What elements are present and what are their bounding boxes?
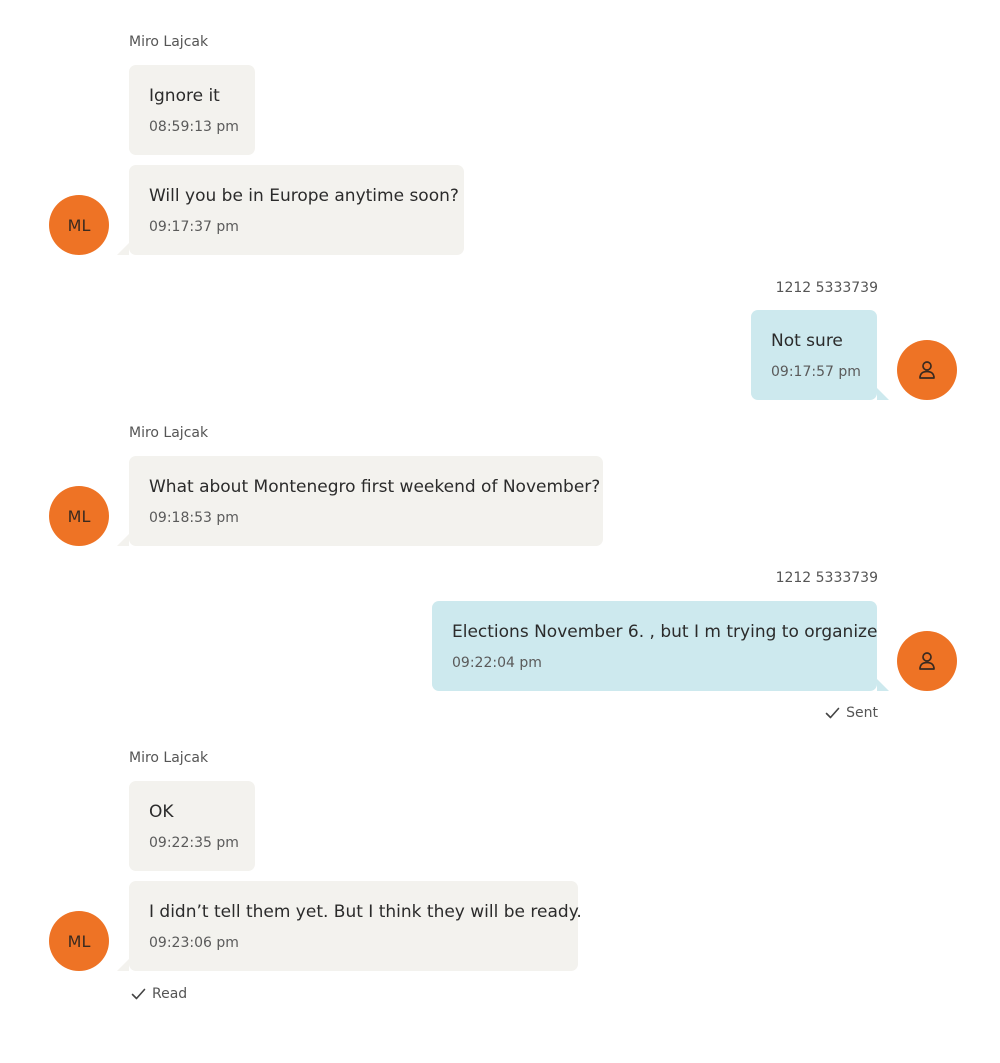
sender-name: Miro Lajcak: [129, 34, 209, 50]
delivery-status-label: Sent: [846, 705, 878, 721]
checkmark-icon: [131, 988, 146, 1000]
message-text: Elections November 6. , but I m trying t…: [452, 622, 878, 642]
message-time: 09:22:04 pm: [452, 655, 542, 671]
read-status-label: Read: [152, 986, 188, 1002]
message-text: Not sure: [771, 331, 843, 351]
bubble-tail: [117, 959, 129, 971]
bubble-tail: [877, 679, 889, 691]
user-avatar[interactable]: [897, 340, 957, 400]
message-text: I didn’t tell them yet. But I think they…: [149, 902, 582, 922]
bubble-tail: [117, 534, 129, 546]
message-text: Will you be in Europe anytime soon?: [149, 186, 459, 206]
avatar-initials: ML: [67, 215, 91, 235]
message-bubble-incoming[interactable]: Will you be in Europe anytime soon? 09:1…: [117, 165, 464, 255]
contact-avatar[interactable]: ML: [49, 911, 109, 971]
message-text: What about Montenegro first weekend of N…: [149, 477, 601, 497]
delivery-status: Sent: [825, 704, 878, 722]
avatar-initials: ML: [67, 931, 91, 951]
message-bubble-outgoing[interactable]: Elections November 6. , but I m trying t…: [432, 601, 889, 691]
read-status: Read: [131, 985, 187, 1003]
message-bubble-incoming[interactable]: OK 09:22:35 pm: [129, 781, 255, 871]
message-time: 09:22:35 pm: [149, 835, 239, 851]
contact-avatar[interactable]: ML: [49, 195, 109, 255]
sender-name: Miro Lajcak: [129, 750, 209, 766]
message-text: Ignore it: [149, 86, 220, 106]
person-icon: [919, 361, 935, 379]
bubble-tail: [117, 243, 129, 255]
message-time: 08:59:13 pm: [149, 119, 239, 135]
message-bubble-incoming[interactable]: I didn’t tell them yet. But I think they…: [117, 881, 582, 971]
message-bubble-incoming[interactable]: What about Montenegro first weekend of N…: [117, 456, 603, 546]
message-time: 09:18:53 pm: [149, 510, 239, 526]
avatar-initials: ML: [67, 506, 91, 526]
message-time: 09:23:06 pm: [149, 935, 239, 951]
sender-number: 1212 5333739: [775, 570, 878, 586]
contact-avatar[interactable]: ML: [49, 486, 109, 546]
bubble-tail: [877, 388, 889, 400]
checkmark-icon: [825, 707, 840, 719]
message-bubble-outgoing[interactable]: Not sure 09:17:57 pm: [751, 310, 889, 400]
message-text: OK: [149, 802, 174, 822]
user-avatar[interactable]: [897, 631, 957, 691]
sender-number: 1212 5333739: [775, 280, 878, 296]
person-icon: [919, 652, 935, 670]
message-bubble-incoming[interactable]: Ignore it 08:59:13 pm: [129, 65, 255, 155]
sender-name: Miro Lajcak: [129, 425, 209, 441]
message-time: 09:17:37 pm: [149, 219, 239, 235]
message-time: 09:17:57 pm: [771, 364, 861, 380]
